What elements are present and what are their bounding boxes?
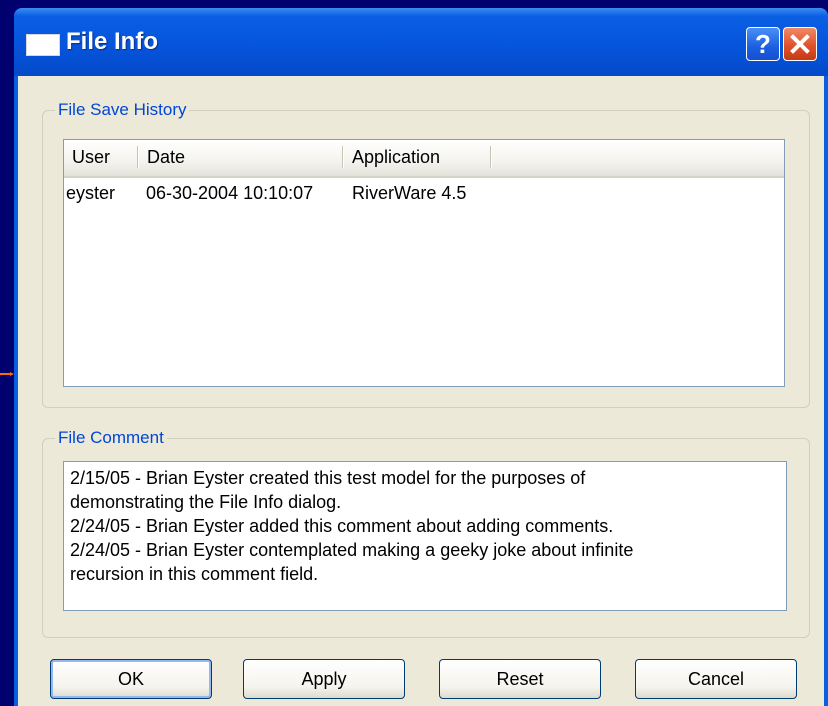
save-history-list[interactable]: User Date Application eyster 06-30-2004 … — [63, 139, 785, 387]
comment-line: demonstrating the File Info dialog. — [70, 492, 342, 512]
ok-button[interactable]: OK — [50, 659, 212, 699]
column-header-application[interactable]: Application — [344, 140, 492, 174]
window-title: File Info — [66, 28, 158, 55]
comment-line: 2/15/05 - Brian Eyster created this test… — [70, 468, 586, 488]
close-icon — [790, 34, 810, 54]
cell-user: eyster — [66, 183, 116, 203]
column-header-user-label: User — [72, 147, 111, 167]
close-button[interactable] — [783, 27, 817, 61]
title-bar[interactable]: File Info ? — [14, 8, 828, 76]
cell-application: RiverWare 4.5 — [352, 183, 467, 203]
file-save-history-legend: File Save History — [55, 99, 190, 121]
column-separator[interactable] — [490, 146, 492, 168]
reset-button[interactable]: Reset — [439, 659, 601, 699]
comment-textarea[interactable]: 2/15/05 - Brian Eyster created this test… — [63, 461, 787, 611]
help-button[interactable]: ? — [746, 27, 780, 61]
table-row[interactable]: eyster 06-30-2004 10:10:07 RiverWare 4.5 — [64, 180, 784, 206]
background-arrow-icon — [0, 372, 14, 376]
column-header-user[interactable]: User — [64, 140, 139, 174]
window-icon — [26, 34, 60, 56]
file-info-dialog: File Info ? File Save History User Date — [14, 8, 828, 706]
dialog-body: File Save History User Date Application — [18, 76, 824, 706]
list-header: User Date Application — [64, 140, 784, 178]
file-comment-group: File Comment 2/15/05 - Brian Eyster crea… — [42, 427, 810, 638]
file-comment-legend: File Comment — [55, 427, 167, 449]
column-header-application-label: Application — [352, 147, 441, 167]
column-header-date-label: Date — [147, 147, 186, 167]
comment-line: 2/24/05 - Brian Eyster added this commen… — [70, 516, 614, 536]
apply-button[interactable]: Apply — [243, 659, 405, 699]
column-header-date[interactable]: Date — [139, 140, 344, 174]
comment-line: 2/24/05 - Brian Eyster contemplated maki… — [70, 540, 634, 560]
comment-line: recursion in this comment field. — [70, 564, 319, 584]
cancel-button[interactable]: Cancel — [635, 659, 797, 699]
cell-date: 06-30-2004 10:10:07 — [146, 183, 314, 203]
file-save-history-group: File Save History User Date Application — [42, 99, 810, 408]
